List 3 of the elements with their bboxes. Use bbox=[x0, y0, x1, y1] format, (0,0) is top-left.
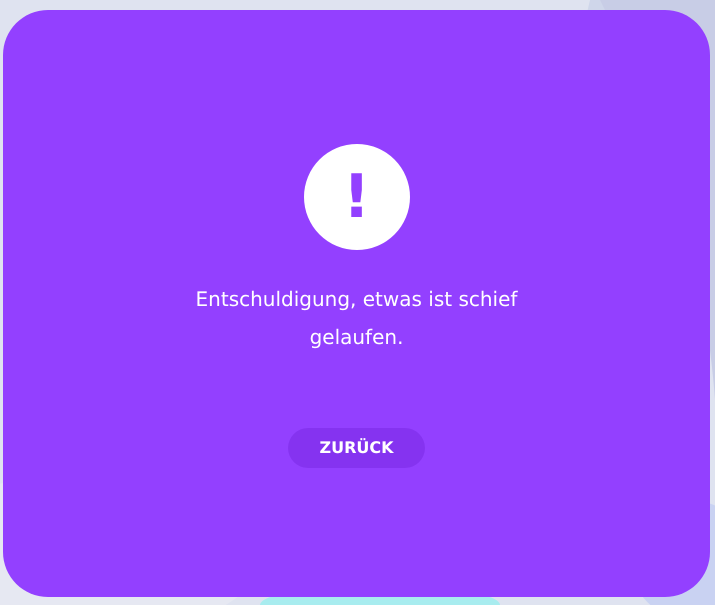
back-button[interactable]: ZURÜCK bbox=[288, 428, 425, 468]
warning-icon: ! bbox=[304, 144, 410, 250]
error-message: Entschuldigung, etwas ist schief gelaufen. bbox=[194, 286, 519, 351]
